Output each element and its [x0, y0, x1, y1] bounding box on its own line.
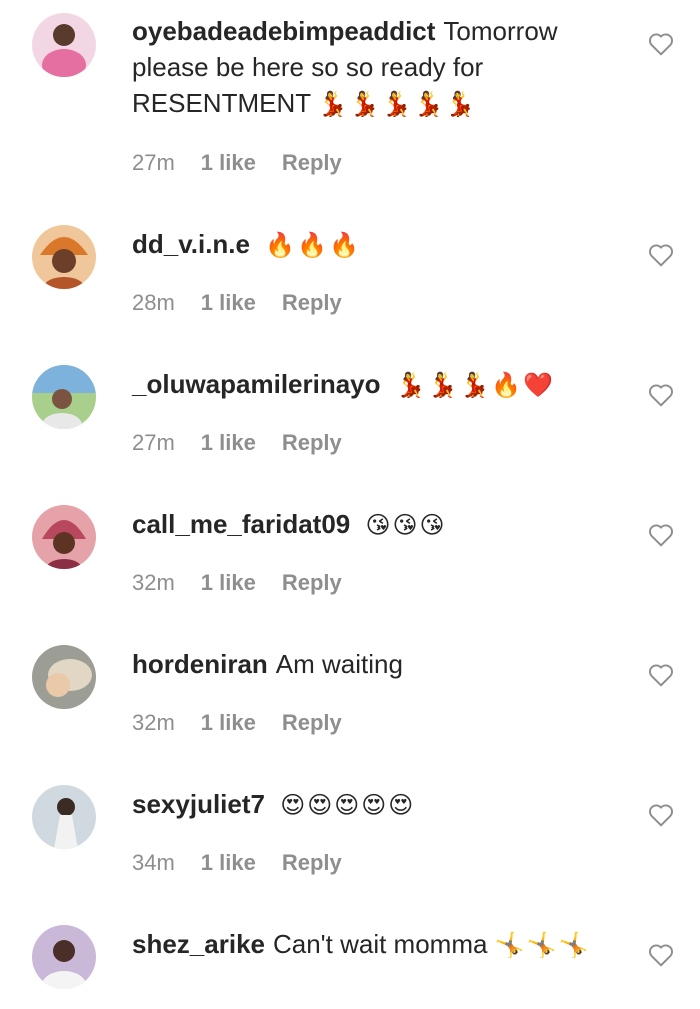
comment-meta: 32m 1 like Reply	[132, 710, 342, 736]
comment-meta: 28m 1 like Reply	[132, 290, 342, 316]
reply-button[interactable]: Reply	[282, 150, 342, 176]
reply-button[interactable]: Reply	[282, 430, 342, 456]
comment-text: shez_arike Can't wait momma 🤸🤸🤸	[132, 926, 612, 963]
comment-meta: 27m 1 like Reply	[132, 430, 342, 456]
comment-username[interactable]: hordeniran	[132, 649, 268, 679]
avatar[interactable]	[32, 645, 96, 709]
avatar[interactable]	[32, 505, 96, 569]
reply-button[interactable]: Reply	[282, 710, 342, 736]
comment-emoji: 😍😍😍😍😍	[280, 791, 416, 819]
comment-time: 27m	[132, 430, 175, 455]
comment-likes[interactable]: 1 like	[201, 710, 256, 736]
comment-username[interactable]: shez_arike	[132, 929, 265, 959]
comment-time: 27m	[132, 150, 175, 175]
comment-likes[interactable]: 1 like	[201, 150, 256, 176]
avatar[interactable]	[32, 13, 96, 77]
comment-emoji: 💃💃💃🔥❤️	[395, 371, 556, 399]
comment-meta: 27m 1 like Reply	[132, 150, 342, 176]
heart-outline-icon[interactable]	[648, 663, 674, 687]
comment-emoji: 💃💃💃💃💃	[317, 90, 478, 118]
comment-meta: 34m 1 like Reply	[132, 850, 342, 876]
heart-outline-icon[interactable]	[648, 32, 674, 56]
heart-outline-icon[interactable]	[648, 383, 674, 407]
comment-username[interactable]: call_me_faridat09	[132, 509, 350, 539]
avatar[interactable]	[32, 365, 96, 429]
avatar[interactable]	[32, 785, 96, 849]
heart-outline-icon[interactable]	[648, 803, 674, 827]
comment-meta: 32m 1 like Reply	[132, 570, 342, 596]
reply-button[interactable]: Reply	[282, 290, 342, 316]
comment-username[interactable]: oyebadeadebimpeaddict	[132, 16, 435, 46]
comment-text: dd_v.i.n.e 🔥🔥🔥	[132, 226, 612, 263]
comment-likes[interactable]: 1 like	[201, 290, 256, 316]
comment-text: sexyjuliet7 😍😍😍😍😍	[132, 786, 612, 823]
comment-likes[interactable]: 1 like	[201, 850, 256, 876]
reply-button[interactable]: Reply	[282, 570, 342, 596]
comment-emoji: 🤸🤸🤸	[494, 931, 591, 959]
comment-username[interactable]: dd_v.i.n.e	[132, 229, 250, 259]
comment-time: 32m	[132, 710, 175, 735]
comment-text: _oluwapamilerinayo 💃💃💃🔥❤️	[132, 366, 612, 403]
heart-outline-icon[interactable]	[648, 243, 674, 267]
heart-outline-icon[interactable]	[648, 523, 674, 547]
comment-body: Am waiting	[275, 649, 403, 679]
comment-text: hordeniran Am waiting	[132, 646, 612, 683]
comment-emoji: 😘😘😘	[365, 511, 447, 539]
avatar[interactable]	[32, 225, 96, 289]
comment-body: Can't wait momma	[272, 929, 488, 959]
comment-username[interactable]: _oluwapamilerinayo	[132, 369, 381, 399]
avatar[interactable]	[32, 925, 96, 989]
comment-text: call_me_faridat09 😘😘😘	[132, 506, 612, 543]
comment-emoji: 🔥🔥🔥	[265, 231, 361, 259]
comment-likes[interactable]: 1 like	[201, 570, 256, 596]
comment-username[interactable]: sexyjuliet7	[132, 789, 265, 819]
comment-text: oyebadeadebimpeaddict Tomorrow please be …	[132, 13, 612, 122]
comment-time: 34m	[132, 850, 175, 875]
comment-time: 28m	[132, 290, 175, 315]
comment-time: 32m	[132, 570, 175, 595]
reply-button[interactable]: Reply	[282, 850, 342, 876]
heart-outline-icon[interactable]	[648, 943, 674, 967]
comment-likes[interactable]: 1 like	[201, 430, 256, 456]
